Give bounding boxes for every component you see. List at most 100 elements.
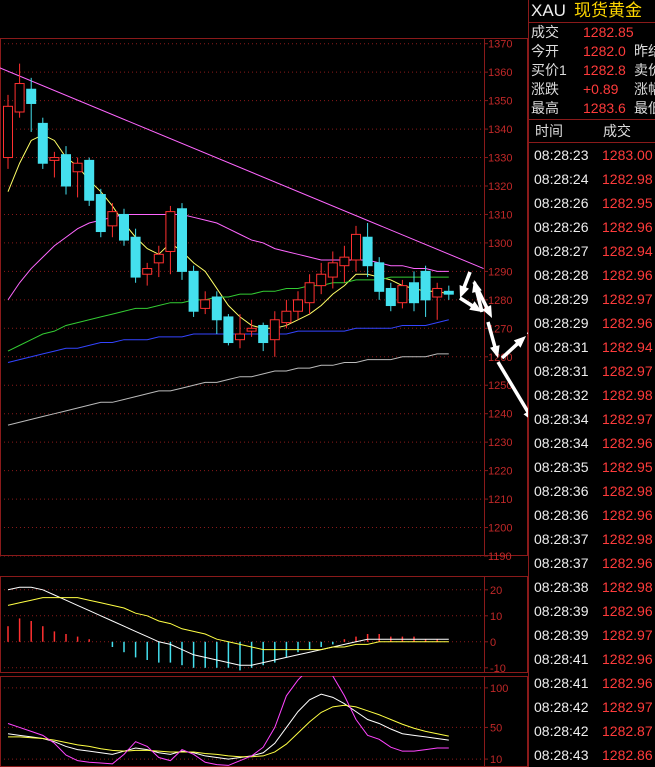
kdj-plot: [7, 676, 449, 766]
price-tick-label: 1370: [488, 39, 512, 51]
trendline: [0, 67, 484, 270]
tick-price: 1282.97: [602, 363, 653, 379]
tick-row[interactable]: 08:28:34 1282.97: [529, 407, 655, 431]
quote-value: 1282.8: [583, 62, 626, 78]
tick-time: 08:28:31: [534, 363, 589, 379]
tick-row[interactable]: 08:28:31 1282.94: [529, 335, 655, 359]
candle-body: [339, 256, 350, 267]
price-tick-label: 1300: [488, 238, 512, 250]
tick-row[interactable]: 08:28:42 1282.97: [529, 695, 655, 719]
candle-body: [385, 287, 396, 307]
tick-row[interactable]: 08:28:37 1282.96: [529, 551, 655, 575]
candle-body: [165, 211, 176, 252]
tick-row[interactable]: 08:28:31 1282.97: [529, 359, 655, 383]
candle-body: [374, 262, 385, 292]
tick-time: 08:28:36: [534, 507, 589, 523]
price-tick-label: 1240: [488, 409, 512, 421]
tick-price: 1282.96: [602, 219, 653, 235]
ticks-list[interactable]: 08:28:23 1283.00 08:28:24 1282.98 08:28:26 12…: [529, 143, 655, 767]
annotation-arrow: [500, 336, 526, 360]
ticks-header: 时间 成交: [529, 120, 655, 143]
candle-body: [142, 268, 153, 275]
tick-price: 1282.98: [602, 531, 653, 547]
tick-row[interactable]: 08:28:41 1282.96: [529, 647, 655, 671]
tick-price: 1282.97: [602, 699, 653, 715]
tick-price: 1282.96: [602, 435, 653, 451]
tick-time: 08:28:38: [534, 579, 589, 595]
tick-price: 1282.97: [602, 291, 653, 307]
tick-row[interactable]: 08:28:23 1283.00: [529, 143, 655, 167]
tick-time: 08:28:36: [534, 483, 589, 499]
quote-summary: 成交 1282.85 今开 1282.0 昨结买价1 1282.8 卖价涨跌 +0.89 涨幅最…: [529, 23, 655, 120]
tick-price: 1283.00: [602, 147, 653, 163]
tick-row[interactable]: 08:28:29 1282.97: [529, 287, 655, 311]
tick-price: 1282.96: [602, 675, 653, 691]
tick-row[interactable]: 08:28:39 1282.96: [529, 599, 655, 623]
tick-time: 08:28:31: [534, 339, 589, 355]
chart-area[interactable]: 1370 1360 1350 1340 1330 1320 1310 1300 1290 1280…: [0, 0, 528, 767]
candle-body: [72, 162, 83, 173]
tick-time: 08:28:29: [534, 291, 589, 307]
chart-canvas[interactable]: 1370 1360 1350 1340 1330 1320 1310 1300 1290 1280…: [0, 0, 528, 767]
tick-time: 08:28:26: [534, 195, 589, 211]
quote-label: 最高: [531, 100, 559, 116]
candle-body: [153, 253, 164, 264]
macd-panel-frame: [0, 576, 528, 673]
tick-row[interactable]: 08:28:32 1282.98: [529, 383, 655, 407]
tick-price: 1282.96: [602, 315, 653, 331]
tick-time: 08:28:39: [534, 603, 589, 619]
candle-body: [362, 236, 373, 267]
quote-label-2: 昨结: [634, 43, 655, 59]
tick-time: 08:28:27: [534, 243, 589, 259]
tick-row[interactable]: 08:28:28 1282.96: [529, 263, 655, 287]
tick-row[interactable]: 08:28:39 1282.97: [529, 623, 655, 647]
tick-time: 08:28:39: [534, 627, 589, 643]
candle-body: [281, 310, 292, 324]
quote-label: 今开: [531, 43, 559, 59]
quote-value: 1283.6: [583, 100, 626, 116]
tick-price: 1282.87: [602, 723, 653, 739]
macd-tick-label: 0: [490, 637, 496, 649]
tick-time: 08:28:35: [534, 459, 589, 475]
tick-row[interactable]: 08:28:38 1282.98: [529, 575, 655, 599]
tick-row[interactable]: 08:28:43 1282.86: [529, 743, 655, 767]
tick-row[interactable]: 08:28:24 1282.98: [529, 167, 655, 191]
macd-tick-label: 20: [490, 585, 502, 597]
quote-header: XAU 现货黄金: [529, 0, 655, 23]
candle-body: [316, 273, 327, 287]
tick-row[interactable]: 08:28:29 1282.96: [529, 311, 655, 335]
candle-body: [223, 316, 234, 344]
price-tick-label: 1360: [488, 67, 512, 79]
tick-row[interactable]: 08:28:37 1282.98: [529, 527, 655, 551]
kdj-tick-label: 10: [490, 754, 502, 766]
tick-price: 1282.97: [602, 411, 653, 427]
tick-row[interactable]: 08:28:42 1282.87: [529, 719, 655, 743]
kdj-j-line: [7, 676, 449, 766]
quote-label: 买价1: [531, 62, 567, 78]
tick-time: 08:28:42: [534, 723, 589, 739]
tick-price: 1282.95: [602, 195, 653, 211]
tick-time: 08:28:43: [534, 747, 589, 763]
candle-body: [61, 154, 71, 187]
tick-row[interactable]: 08:28:36 1282.96: [529, 503, 655, 527]
tick-row[interactable]: 08:28:34 1282.96: [529, 431, 655, 455]
tick-row[interactable]: 08:28:36 1282.98: [529, 479, 655, 503]
tick-time: 08:28:37: [534, 531, 589, 547]
kdj-k-line: [7, 693, 449, 760]
candle-body: [200, 299, 211, 309]
tick-price: 1282.94: [602, 243, 653, 259]
tick-row[interactable]: 08:28:41 1282.96: [529, 671, 655, 695]
candle-body: [443, 290, 454, 295]
tick-row[interactable]: 08:28:26 1282.96: [529, 215, 655, 239]
tick-price: 1282.86: [602, 747, 653, 763]
quote-value: 1282.85: [583, 24, 634, 40]
tick-row[interactable]: 08:28:35 1282.95: [529, 455, 655, 479]
price-tick-label: 1340: [488, 124, 512, 136]
candle-body: [130, 236, 141, 278]
tick-row[interactable]: 08:28:26 1282.95: [529, 191, 655, 215]
moving-average-line: [7, 353, 449, 426]
tick-row[interactable]: 08:28:27 1282.94: [529, 239, 655, 263]
tick-time: 08:28:41: [534, 651, 589, 667]
main-plot: [0, 63, 484, 426]
tick-time: 08:28:28: [534, 267, 589, 283]
